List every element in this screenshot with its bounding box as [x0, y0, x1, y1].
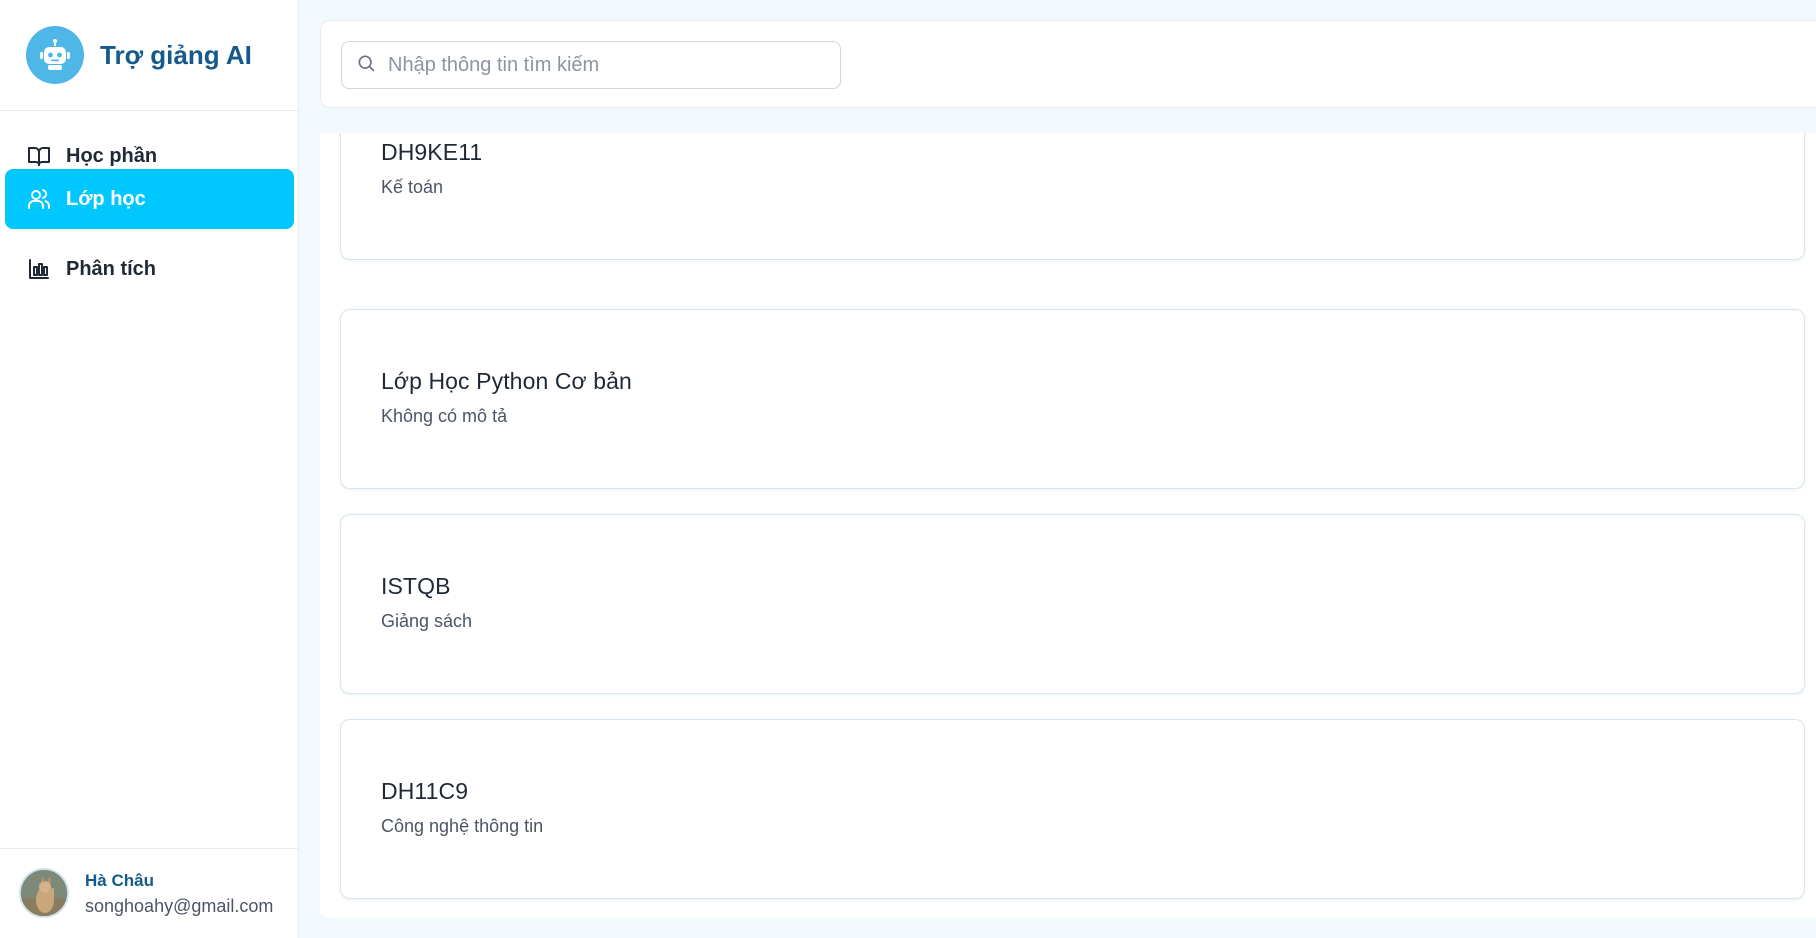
app-title: Trợ giảng AI	[100, 40, 252, 70]
class-name: ISTQB	[381, 573, 451, 599]
class-description: Kế toán	[381, 177, 444, 197]
sidebar-item-lop-hoc[interactable]: Lớp học	[5, 169, 294, 229]
brand-header: Trợ giảng AI	[0, 0, 299, 111]
sidebar-item-label: Lớp học	[66, 187, 146, 210]
class-card[interactable]: Lớp Học Python Cơ bản Không có mô tả	[340, 309, 1805, 489]
class-list[interactable]: DH9KE11 Kế toán Lớp Học Python Cơ bản Kh…	[320, 133, 1816, 918]
book-open-icon	[26, 143, 52, 169]
avatar	[19, 868, 69, 918]
class-description: Không có mô tả	[381, 406, 508, 426]
users-icon	[26, 186, 52, 212]
search-input[interactable]	[388, 53, 828, 77]
user-name: Hà Châu	[85, 871, 154, 890]
search-box	[341, 41, 841, 89]
user-profile[interactable]: Hà Châu songhoahy@gmail.com	[0, 848, 299, 938]
class-description: Giảng sách	[381, 611, 473, 631]
class-description: Công nghệ thông tin	[381, 816, 544, 836]
search-icon	[356, 53, 376, 78]
class-name: DH9KE11	[381, 139, 483, 165]
class-name: Lớp Học Python Cơ bản	[381, 368, 632, 394]
top-header	[320, 20, 1816, 108]
sidebar-item-phan-tich[interactable]: Phân tích	[5, 239, 294, 299]
sidebar: Trợ giảng AI Học phần Lớp học Phân tích …	[0, 0, 299, 938]
bar-chart-icon	[26, 256, 52, 282]
class-card[interactable]: DH11C9 Công nghệ thông tin	[340, 719, 1805, 899]
class-name: DH11C9	[381, 778, 469, 804]
sidebar-item-label: Phân tích	[66, 257, 157, 280]
robot-icon	[26, 26, 84, 84]
sidebar-item-label: Học phần	[66, 144, 158, 167]
class-card[interactable]: DH9KE11 Kế toán	[340, 133, 1805, 260]
user-email: songhoahy@gmail.com	[85, 896, 274, 916]
class-card[interactable]: ISTQB Giảng sách	[340, 514, 1805, 694]
app-root: Trợ giảng AI Học phần Lớp học Phân tích …	[0, 0, 1816, 938]
